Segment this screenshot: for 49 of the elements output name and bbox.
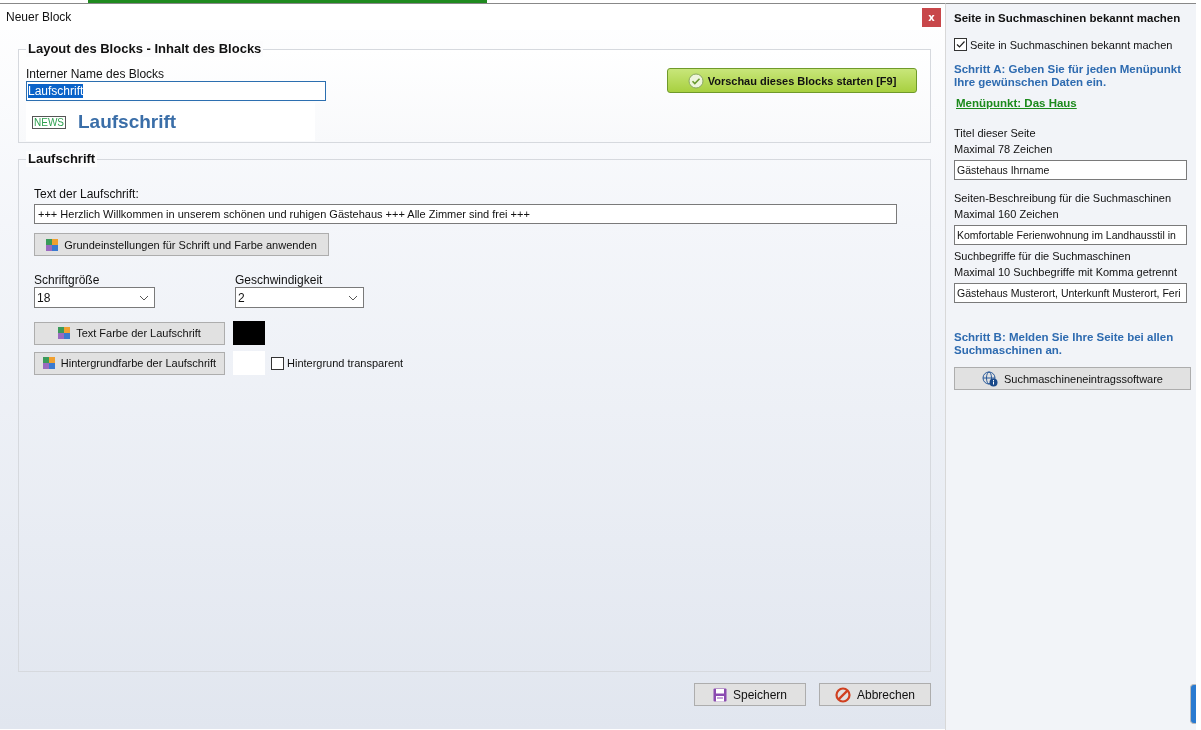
text-field[interactable]: +++ Herzlich Willkommen in unserem schönen und ruhigen Gästehaus +++ Alle Zimmer sind frei +++: [34, 204, 897, 224]
chevron-down-icon: [139, 294, 149, 301]
name-field[interactable]: Laufschrift: [26, 81, 326, 101]
field-hint: Maximal 78 Zeichen: [954, 142, 1054, 157]
window-title: Neuer Block: [6, 10, 72, 24]
field-label: Suchbegriffe für die Suchmaschinen: [954, 249, 1132, 264]
checkbox-label: Hintergrund transparent: [287, 357, 404, 369]
color-button[interactable]: Text Farbe der Laufschrift: [34, 321, 225, 345]
globe-info-icon: [982, 370, 998, 387]
field-label: Text der Laufschrift:: [34, 187, 139, 201]
field-label: Interner Name des Blocks: [26, 67, 166, 81]
no-entry-icon: [834, 686, 851, 703]
defaults-button[interactable]: Grundeinstellungen für Schrift und Farbe anwenden: [34, 233, 329, 256]
palette-icon: [46, 238, 59, 251]
field-hint: Maximal 10 Suchbegriffe mit Komma getrennt: [954, 265, 1178, 280]
checkbox[interactable]: [954, 38, 967, 51]
group-title: Laufschrift: [26, 151, 98, 167]
group-title: Layout des Blocks - Inhalt des Blocks: [26, 41, 264, 57]
field-label: Geschwindigkeit: [235, 273, 324, 287]
field-hint: Maximal 160 Zeichen: [954, 207, 1060, 222]
color-button[interactable]: Hintergrundfarbe der Laufschrift: [34, 351, 225, 375]
cancel-button[interactable]: Abbrechen: [819, 683, 931, 706]
step-heading: Schritt A: Geben Sie für jeden Menüpunkt Ihre gewünschen Daten ein.: [954, 63, 1183, 89]
palette-icon: [42, 357, 55, 369]
preview-button[interactable]: Vorschau dieses Blocks starten [F9]: [667, 68, 917, 93]
input-field[interactable]: Komfortable Ferienwohnung im Landhausstil in: [954, 225, 1187, 245]
save-button[interactable]: Speichern: [694, 683, 806, 706]
chevron-down-icon: [348, 294, 358, 301]
preview-text: Laufschrift: [78, 111, 177, 133]
step-heading: Schritt B: Melden Sie Ihre Seite bei allen Suchmaschinen an.: [954, 331, 1175, 357]
checkmark-icon: [956, 40, 965, 49]
color-swatch[interactable]: [233, 321, 265, 345]
checkbox-label: Seite in Suchmaschinen bekannt machen: [970, 38, 1173, 51]
menu-link[interactable]: Menüpunkt: Das Haus: [956, 97, 1196, 109]
field-label: Schriftgröße: [34, 273, 101, 287]
side-tab[interactable]: [1190, 684, 1196, 724]
dropdown[interactable]: 18: [34, 287, 155, 308]
dropdown[interactable]: 2: [235, 287, 364, 308]
input-field[interactable]: Gästehaus Musterort, Unterkunft Musterort, Feri: [954, 283, 1187, 303]
close-button[interactable]: x: [922, 7, 941, 27]
software-button[interactable]: Suchmaschineneintragssoftware: [954, 367, 1191, 390]
field-label: Titel dieser Seite: [954, 126, 1037, 141]
check-icon: [687, 72, 704, 89]
palette-icon: [58, 327, 71, 339]
panel-title: Seite in Suchmaschinen bekannt machen: [954, 12, 1182, 24]
checkbox[interactable]: [271, 356, 284, 370]
input-field[interactable]: Gästehaus Ihrname: [954, 160, 1187, 180]
news-badge: NEWS: [32, 115, 66, 129]
field-label: Seiten-Beschreibung für die Suchmaschinen: [954, 191, 1173, 206]
